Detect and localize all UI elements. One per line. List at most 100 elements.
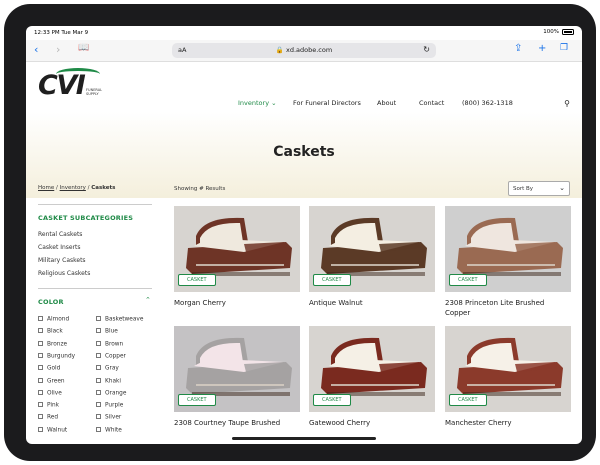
color-option[interactable]: Red	[38, 414, 58, 421]
category-badge: CASKET	[178, 394, 216, 406]
back-icon[interactable]: ‹	[34, 43, 38, 56]
nav-contact[interactable]: Contact	[419, 99, 444, 107]
color-option-label: Orange	[105, 390, 127, 397]
product-name[interactable]: Morgan Cherry	[174, 298, 300, 308]
color-option[interactable]: Walnut	[38, 426, 68, 434]
nav-about[interactable]: About	[377, 99, 396, 107]
checkbox[interactable]	[96, 328, 101, 334]
cvi-logo[interactable]: CVI FUNERAL SUPPLY	[38, 68, 102, 104]
color-option[interactable]: Khaki	[96, 377, 121, 384]
product-card[interactable]: CASKET 2308 Princeton Lite Brushed Copper	[445, 206, 571, 318]
checkbox[interactable]	[38, 316, 43, 321]
status-bar: 12:33 PM Tue Mar 9 100%	[26, 26, 582, 40]
product-name[interactable]: Antique Walnut	[309, 298, 435, 308]
color-option[interactable]: Orange	[96, 389, 127, 397]
color-option[interactable]: Blue	[96, 328, 118, 335]
ipad-frame: 12:33 PM Tue Mar 9 100% ‹ › 📖 aA 🔒 xd.ad…	[4, 4, 596, 461]
color-option[interactable]: Gold	[38, 365, 60, 372]
product-image[interactable]: CASKET	[309, 206, 435, 292]
color-option[interactable]: Gray	[96, 365, 119, 372]
subcategory-rental[interactable]: Rental Caskets	[38, 231, 82, 238]
product-name[interactable]: Manchester Cherry	[445, 418, 571, 428]
checkbox[interactable]	[96, 389, 101, 395]
product-image[interactable]: CASKET	[445, 326, 571, 412]
checkbox[interactable]	[38, 426, 43, 432]
color-option[interactable]: Basketweave	[96, 316, 143, 323]
checkbox[interactable]	[96, 426, 101, 432]
product-image[interactable]: CASKET	[309, 326, 435, 412]
checkbox[interactable]	[96, 377, 101, 383]
new-tab-icon[interactable]: +	[538, 43, 546, 54]
product-name[interactable]: Gatewood Cherry	[309, 418, 435, 428]
checkbox[interactable]	[38, 340, 43, 346]
color-option[interactable]: Burgundy	[38, 352, 75, 359]
breadcrumb-inventory[interactable]: Inventory	[60, 185, 86, 191]
chevron-up-icon[interactable]: ⌃	[145, 296, 151, 304]
color-option[interactable]: Brown	[96, 340, 123, 347]
checkbox[interactable]	[38, 328, 43, 334]
color-option[interactable]: Bronze	[38, 340, 67, 347]
color-option-label: Walnut	[47, 427, 68, 434]
nav-inventory[interactable]: Inventory ⌄	[238, 99, 277, 107]
checkbox[interactable]	[38, 352, 43, 358]
product-name[interactable]: 2308 Princeton Lite Brushed Copper	[445, 298, 571, 318]
product-image[interactable]: CASKET	[174, 206, 300, 292]
checkbox[interactable]	[96, 414, 101, 420]
color-option[interactable]: Pink	[38, 402, 59, 409]
nav-funeral-directors[interactable]: For Funeral Directors	[293, 99, 361, 107]
checkbox[interactable]	[38, 402, 43, 408]
checkbox[interactable]	[96, 365, 101, 371]
color-option-label: Basketweave	[105, 316, 144, 323]
color-option[interactable]: Copper	[96, 352, 126, 359]
battery-indicator: 100%	[543, 29, 574, 35]
product-image[interactable]: CASKET	[445, 206, 571, 292]
color-option[interactable]: Olive	[38, 389, 62, 396]
product-card[interactable]: CASKET 2308 Courtney Taupe Brushed	[174, 326, 300, 428]
reload-icon[interactable]: ↻	[423, 45, 430, 54]
color-option[interactable]: Black	[38, 328, 63, 335]
checkbox[interactable]	[38, 377, 43, 383]
category-badge: CASKET	[313, 394, 351, 406]
checkbox[interactable]	[96, 316, 101, 321]
product-card[interactable]: CASKET Morgan Cherry	[174, 206, 300, 308]
forward-icon[interactable]: ›	[56, 43, 60, 56]
bookmarks-icon[interactable]: 📖	[78, 43, 89, 53]
battery-icon	[562, 29, 574, 35]
results-count: Showing # Results	[174, 186, 226, 192]
checkbox[interactable]	[96, 340, 101, 346]
nav-phone[interactable]: (800) 362-1318	[462, 99, 513, 107]
product-image[interactable]: CASKET	[174, 326, 300, 412]
subcategory-religious[interactable]: Religious Caskets	[38, 270, 90, 277]
screen: 12:33 PM Tue Mar 9 100% ‹ › 📖 aA 🔒 xd.ad…	[26, 26, 582, 444]
product-card[interactable]: CASKET Antique Walnut	[309, 206, 435, 308]
color-option[interactable]: Purple	[96, 402, 123, 409]
checkbox[interactable]	[96, 352, 101, 358]
color-option-label: Purple	[105, 402, 124, 409]
checkbox[interactable]	[38, 389, 43, 395]
color-option[interactable]: White	[96, 426, 122, 433]
address-bar[interactable]: aA 🔒 xd.adobe.com ↻	[172, 43, 436, 58]
color-option-label: Khaki	[105, 378, 121, 384]
sort-by-select[interactable]: Sort By ⌄	[508, 181, 570, 196]
breadcrumb-home[interactable]: Home	[38, 185, 54, 191]
checkbox[interactable]	[38, 414, 43, 420]
battery-percent: 100%	[543, 29, 559, 35]
color-option[interactable]: Green	[38, 377, 65, 384]
product-card[interactable]: CASKET Gatewood Cherry	[309, 326, 435, 428]
checkbox[interactable]	[96, 402, 101, 408]
subcategory-inserts[interactable]: Casket Inserts	[38, 244, 81, 251]
sort-by-label: Sort By	[513, 186, 534, 192]
color-option-label: Gray	[105, 365, 119, 372]
search-icon[interactable]: ⚲	[564, 99, 570, 108]
checkbox[interactable]	[38, 365, 43, 371]
status-time: 12:33 PM Tue Mar 9	[34, 30, 89, 36]
home-indicator	[232, 437, 376, 440]
product-card[interactable]: CASKET Manchester Cherry	[445, 326, 571, 428]
url-text[interactable]: 🔒 xd.adobe.com	[172, 46, 436, 54]
color-option[interactable]: Almond	[38, 316, 69, 323]
product-name[interactable]: 2308 Courtney Taupe Brushed	[174, 418, 300, 428]
color-option[interactable]: Silver	[96, 414, 121, 421]
tabs-icon[interactable]: ❐	[560, 43, 568, 53]
share-icon[interactable]: ⇪	[514, 43, 522, 54]
subcategory-military[interactable]: Military Caskets	[38, 257, 86, 264]
